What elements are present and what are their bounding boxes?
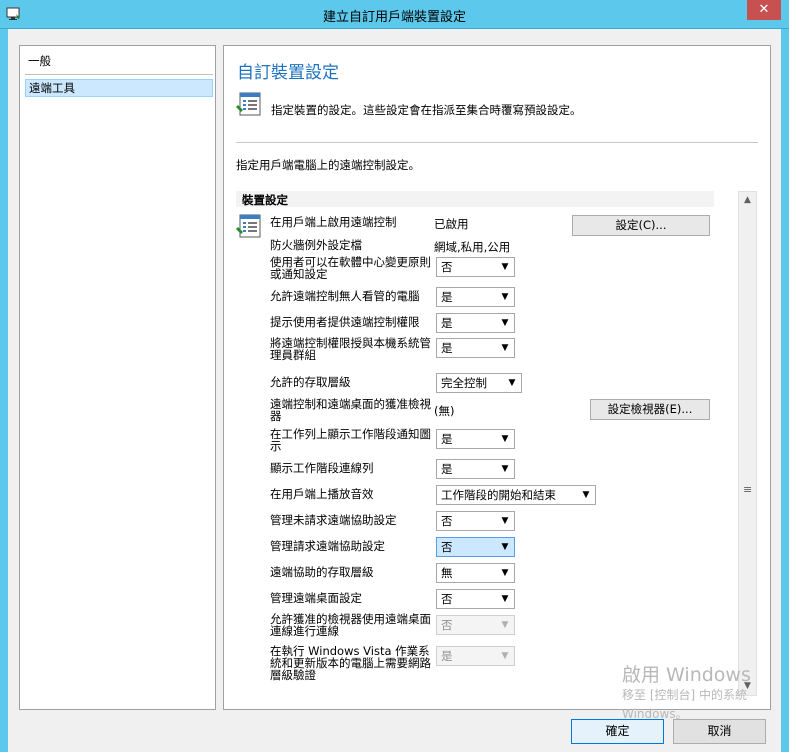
chevron-down-icon: ▼: [508, 378, 516, 388]
firewall-label: 防火牆例外設定檔: [270, 238, 362, 252]
cancel-button[interactable]: 取消: [673, 719, 766, 744]
permitted-viewers-value: (無): [434, 404, 455, 418]
scroll-up-icon[interactable]: ▲: [740, 193, 755, 208]
settings-list: 裝置設定 在用戶端上啟用遠端控制 已啟用 設定(C)... 防火牆例外設定檔 網…: [236, 191, 714, 696]
chevron-down-icon: ▼: [501, 568, 509, 578]
section-description: 指定用戶端電腦上的遠端控制設定。: [236, 158, 420, 172]
unattended-select[interactable]: 是 ▼: [436, 287, 515, 307]
chevron-down-icon: ▼: [501, 542, 509, 552]
grant-admins-label: 將遠端控制權限授與本機系統管理員群組: [270, 336, 431, 362]
chevron-down-icon: ▼: [501, 343, 509, 353]
chevron-down-icon: ▼: [501, 594, 509, 604]
section-title: 裝置設定: [236, 191, 714, 207]
play-sound-label: 在用戶端上播放音效: [270, 487, 374, 501]
assist-access-level-label: 遠端協助的存取層級: [270, 565, 374, 579]
enable-remote-label: 在用戶端上啟用遠端控制: [270, 215, 397, 229]
configure-button[interactable]: 設定(C)...: [572, 215, 710, 236]
settings-list-icon: [236, 214, 261, 238]
unattended-label: 允許遠端控制無人看管的電腦: [270, 289, 420, 303]
divider: [236, 142, 758, 143]
nav-item-remote-tools[interactable]: 遠端工具: [25, 79, 213, 97]
main-pane: 自訂裝置設定 指定裝置的設定。這些設定會在指派至集合時覆寫預設設定。 指定用戶端…: [223, 45, 771, 710]
settings-list-icon: [236, 92, 261, 116]
viewers-rdp-select[interactable]: 否 ▼: [436, 615, 515, 635]
solicited-assist-label: 管理請求遠端協助設定: [270, 539, 385, 553]
change-policy-label: 使用者可以在軟體中心變更原則或通知設定: [270, 255, 431, 281]
scroll-grip-icon[interactable]: ≡: [743, 484, 752, 495]
chevron-down-icon: ▼: [582, 490, 590, 500]
activation-watermark-title: 啟用 Windows: [622, 664, 751, 686]
vertical-scrollbar[interactable]: ▲ ≡ ▼: [738, 191, 757, 696]
nav-item-general[interactable]: 一般: [25, 52, 213, 70]
page-description: 指定裝置的設定。這些設定會在指派至集合時覆寫預設設定。: [271, 103, 582, 117]
unsolicited-assist-label: 管理未請求遠端協助設定: [270, 513, 397, 527]
window-title: 建立自訂用戶端裝置設定: [322, 10, 466, 25]
remote-desktop-select[interactable]: 否 ▼: [436, 589, 515, 609]
chevron-down-icon: ▼: [501, 620, 509, 630]
set-viewers-button[interactable]: 設定檢視器(E)...: [590, 399, 710, 420]
enable-remote-value: 已啟用: [434, 217, 469, 231]
remote-desktop-label: 管理遠端桌面設定: [270, 591, 362, 605]
change-policy-select[interactable]: 否 ▼: [436, 257, 515, 277]
session-icon-select[interactable]: 是 ▼: [436, 429, 515, 449]
firewall-value: 網域,私用,公用: [434, 240, 511, 254]
nla-label: 在執行 Windows Vista 作業系統和更新版本的電腦上需要網路層級驗證: [270, 644, 431, 682]
nla-select[interactable]: 是 ▼: [436, 646, 515, 666]
unsolicited-assist-select[interactable]: 否 ▼: [436, 511, 515, 531]
chevron-down-icon: ▼: [501, 318, 509, 328]
solicited-assist-select[interactable]: 否 ▼: [436, 537, 515, 557]
chevron-down-icon: ▼: [501, 516, 509, 526]
nav-divider: [25, 74, 213, 75]
close-button[interactable]: ✕: [747, 0, 781, 20]
title-bar: 建立自訂用戶端裝置設定 ✕: [0, 0, 789, 29]
activation-watermark-line2: 移至 [控制台] 中的系統: [622, 688, 747, 702]
ok-button[interactable]: 確定: [571, 719, 664, 744]
access-level-select[interactable]: 完全控制 ▼: [436, 373, 522, 393]
chevron-down-icon: ▼: [501, 651, 509, 661]
navigation-pane: 一般 遠端工具: [19, 45, 216, 710]
permitted-viewers-label: 遠端控制和遠端桌面的獲准檢視器: [270, 397, 431, 423]
page-title: 自訂裝置設定: [237, 63, 339, 83]
grant-admins-select[interactable]: 是 ▼: [436, 338, 515, 358]
assist-access-level-select[interactable]: 無 ▼: [436, 563, 515, 583]
access-level-label: 允許的存取層級: [270, 375, 351, 389]
prompt-permission-label: 提示使用者提供遠端控制權限: [270, 315, 420, 329]
chevron-down-icon: ▼: [501, 262, 509, 272]
chevron-down-icon: ▼: [501, 292, 509, 302]
play-sound-select[interactable]: 工作階段的開始和結束 ▼: [436, 485, 596, 505]
viewers-rdp-label: 允許獲准的檢視器使用遠端桌面連線進行連線: [270, 612, 431, 638]
connection-bar-label: 顯示工作階段連線列: [270, 461, 374, 475]
chevron-down-icon: ▼: [501, 464, 509, 474]
prompt-permission-select[interactable]: 是 ▼: [436, 313, 515, 333]
chevron-down-icon: ▼: [501, 434, 509, 444]
session-icon-label: 在工作列上顯示工作階段通知圖示: [270, 427, 431, 453]
connection-bar-select[interactable]: 是 ▼: [436, 459, 515, 479]
